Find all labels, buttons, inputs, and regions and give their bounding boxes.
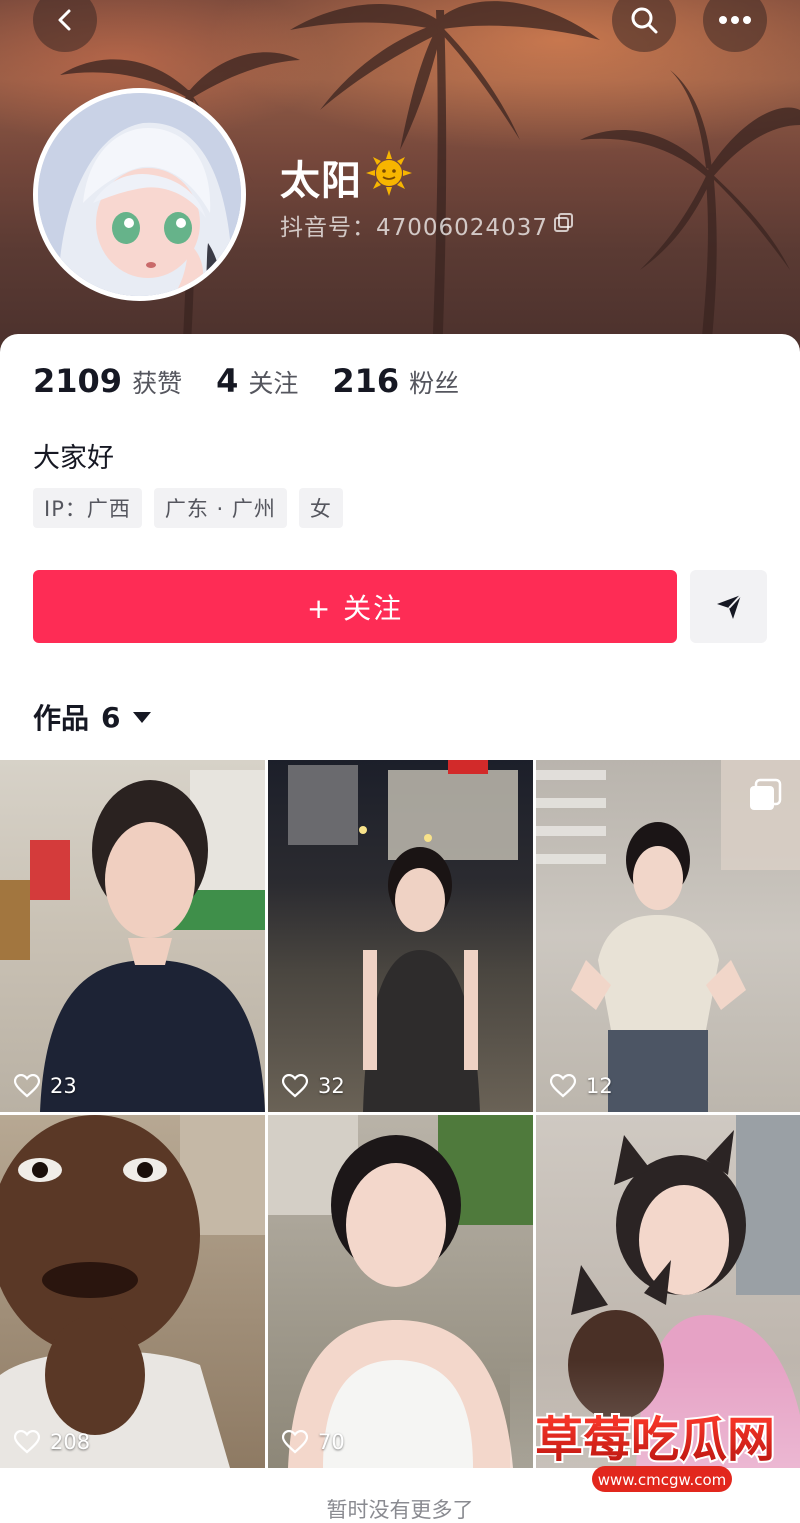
svg-text:草莓吃瓜网: 草莓吃瓜网 [535, 1412, 775, 1468]
video-thumbnail[interactable]: 23 [0, 760, 265, 1112]
bio-text: 大家好 [33, 443, 114, 474]
followers-label[interactable]: 粉丝 [409, 364, 459, 400]
video-thumbnail[interactable]: 70 [268, 1115, 533, 1468]
video-thumbnail-image [0, 1115, 265, 1468]
copy-icon[interactable] [553, 212, 575, 234]
video-likes: 23 [14, 1074, 77, 1098]
heart-icon [14, 1430, 40, 1454]
svg-text:www.cmcgw.com: www.cmcgw.com [598, 1471, 727, 1489]
watermark-logo: 草莓吃瓜网 www.cmcgw.com [533, 1410, 777, 1492]
follow-button[interactable]: + 关注 [33, 570, 677, 643]
sun-emoji-icon [366, 150, 412, 196]
video-likes-count: 32 [318, 1074, 345, 1098]
back-icon [58, 9, 71, 31]
video-thumbnail-image [0, 770, 265, 1112]
multi-image-icon [750, 778, 782, 810]
video-thumbnail-image [536, 760, 800, 1112]
heart-icon [14, 1074, 40, 1098]
video-thumbnail[interactable]: 12 [536, 760, 800, 1112]
heart-icon [550, 1074, 576, 1098]
anime-avatar-image [38, 93, 241, 296]
search-icon [631, 7, 658, 34]
more-icon [719, 16, 751, 24]
video-likes-count: 208 [50, 1430, 91, 1454]
profile-banner: 太阳 抖音号：47006024037 [0, 0, 800, 360]
heart-icon [282, 1074, 308, 1098]
following-label[interactable]: 关注 [248, 364, 298, 400]
video-thumbnail[interactable]: 32 [268, 760, 533, 1112]
gender-tag: 女 [298, 488, 343, 528]
video-likes: 32 [282, 1074, 345, 1098]
video-likes-count: 23 [50, 1074, 77, 1098]
ip-location-tag: IP：广西 [33, 488, 142, 528]
share-button[interactable] [690, 570, 767, 643]
site-watermark: 草莓吃瓜网 www.cmcgw.com [510, 1360, 800, 1523]
douyin-id: 抖音号：47006024037 [280, 215, 548, 241]
likes-count: 2109 [33, 362, 123, 400]
profile-tags: IP：广西 广东 · 广州 女 [33, 488, 343, 528]
city-tag: 广东 · 广州 [153, 488, 287, 528]
profile-stats: 2109 获赞 4 关注 216 粉丝 [33, 362, 493, 412]
followers-count[interactable]: 216 [332, 362, 399, 400]
video-likes-count: 70 [318, 1430, 345, 1454]
video-likes: 208 [14, 1430, 90, 1454]
works-label: 作品 [33, 702, 90, 735]
video-thumbnail-image [288, 760, 518, 1112]
video-thumbnail-image [268, 1115, 533, 1468]
likes-label: 获赞 [132, 369, 183, 398]
video-likes-count: 12 [586, 1074, 613, 1098]
works-count: 6 [101, 700, 121, 734]
send-icon [716, 593, 742, 619]
video-likes: 12 [550, 1074, 613, 1098]
video-likes: 70 [282, 1430, 345, 1454]
nickname: 太阳 [280, 158, 362, 204]
works-tab[interactable]: 作品 6 [33, 697, 151, 737]
avatar[interactable] [33, 88, 246, 301]
video-thumbnail[interactable]: 208 [0, 1115, 265, 1468]
heart-icon [282, 1430, 308, 1454]
caret-down-icon [132, 711, 151, 723]
following-count[interactable]: 4 [216, 362, 238, 400]
